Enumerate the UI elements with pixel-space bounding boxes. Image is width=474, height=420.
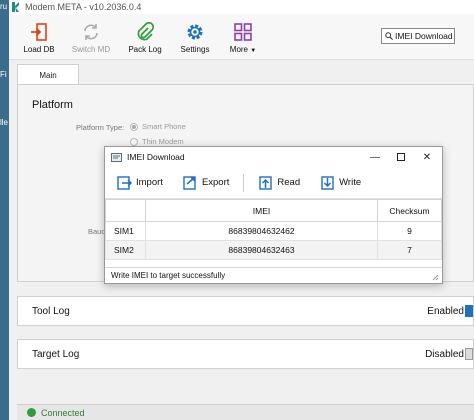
switch-md-icon — [84, 24, 98, 40]
export-button[interactable]: Export — [183, 175, 229, 191]
tool-log-state: Enabled — [427, 306, 464, 317]
radio-label: Thin Modem — [142, 137, 184, 146]
load-db-icon — [31, 23, 47, 41]
connected-icon — [27, 408, 36, 417]
switch-md-button[interactable]: Switch MD — [63, 22, 119, 54]
imei-cell[interactable]: 86839804632463 — [145, 240, 378, 260]
search-icon — [385, 32, 393, 40]
search-input[interactable] — [395, 31, 453, 41]
imei-table: IMEI Checksum SIM1 86839804632462 9 SIM2… — [105, 199, 442, 260]
paperclip-icon — [137, 22, 155, 41]
write-button[interactable]: Write — [320, 175, 361, 191]
radio-thin-modem[interactable]: Thin Modem — [130, 137, 184, 146]
read-label: Read — [277, 177, 301, 188]
header-cell-slot — [105, 199, 146, 222]
more-label: More — [229, 45, 249, 54]
load-db-label: Load DB — [23, 45, 55, 54]
dialog-toolbar: Import Export Read Write — [105, 167, 442, 199]
radio-label: Smart Phone — [142, 122, 186, 131]
slot-cell: SIM2 — [105, 240, 146, 260]
window-titlebar: Modem META - v10.2036.0.4 — [9, 0, 474, 14]
header-cell-imei: IMEI — [145, 199, 378, 222]
dialog-title: IMEI Download — [127, 152, 185, 162]
search-box[interactable] — [381, 28, 455, 44]
grid-icon — [234, 23, 252, 41]
dialog-icon — [111, 152, 122, 162]
imei-cell[interactable]: 86839804632462 — [145, 221, 378, 241]
radio-indicator — [130, 122, 138, 131]
imei-download-dialog: IMEI Download — ✕ Import Export Read Wri… — [104, 146, 443, 284]
target-log-toggle[interactable] — [465, 348, 473, 360]
dialog-status-text: Write IMEI to target successfully — [111, 271, 226, 280]
pack-log-button[interactable]: Pack Log — [117, 22, 173, 54]
platform-title: Platform — [32, 99, 73, 111]
target-log-panel: Target Log Disabled — [17, 339, 474, 369]
target-log-label: Target Log — [32, 349, 80, 360]
dialog-status-bar: Write IMEI to target successfully — [105, 267, 442, 283]
desktop-fragment: Fi — [0, 70, 7, 79]
tab-main-label: Main — [39, 70, 57, 80]
import-button[interactable]: Import — [117, 175, 163, 191]
toolbar-divider — [243, 173, 245, 192]
import-icon — [117, 175, 133, 190]
platform-type-label: Platform Type: — [76, 123, 125, 132]
table-row[interactable]: SIM2 86839804632463 7 — [105, 240, 442, 260]
app-logo-icon — [12, 2, 19, 12]
export-icon — [183, 175, 196, 190]
radio-smart-phone[interactable]: Smart Phone — [130, 122, 186, 131]
minimize-icon[interactable]: — — [368, 150, 382, 164]
tool-log-toggle[interactable] — [465, 305, 473, 317]
desktop-background: ru Fi lle — [0, 0, 9, 420]
maximize-icon[interactable] — [394, 150, 408, 164]
resize-grip-icon[interactable] — [431, 273, 439, 281]
desktop-fragment: ru — [0, 2, 8, 11]
close-icon[interactable]: ✕ — [420, 150, 434, 164]
more-button[interactable]: More ▼ — [215, 22, 271, 54]
connection-status: Connected — [41, 407, 85, 418]
switch-md-label: Switch MD — [71, 45, 111, 54]
checksum-cell: 7 — [377, 240, 442, 260]
table-row[interactable]: SIM1 86839804632462 9 — [105, 221, 442, 241]
read-button[interactable]: Read — [258, 175, 300, 191]
table-header-row: IMEI Checksum — [105, 199, 442, 222]
load-db-button[interactable]: Load DB — [11, 22, 67, 54]
target-log-state: Disabled — [425, 349, 464, 360]
status-bar: Connected — [17, 404, 474, 420]
export-label: Export — [201, 177, 230, 188]
header-cell-checksum: Checksum — [377, 199, 442, 222]
write-label: Write — [339, 177, 362, 188]
tab-main[interactable]: Main — [17, 64, 79, 85]
radio-indicator — [130, 137, 138, 146]
tool-log-panel: Tool Log Enabled — [17, 296, 474, 326]
dialog-titlebar: IMEI Download — ✕ — [105, 147, 442, 167]
read-icon — [259, 175, 273, 190]
gear-icon — [187, 24, 203, 40]
settings-label: Settings — [180, 45, 210, 54]
checksum-cell: 9 — [377, 221, 442, 241]
chevron-down-icon: ▼ — [250, 48, 257, 54]
write-icon — [321, 175, 334, 190]
import-label: Import — [136, 177, 163, 188]
pack-log-label: Pack Log — [128, 45, 162, 54]
desktop-fragment: lle — [0, 118, 9, 127]
tool-log-label: Tool Log — [32, 306, 70, 317]
slot-cell: SIM1 — [105, 221, 146, 241]
window-title: Modem META - v10.2036.0.4 — [25, 2, 142, 12]
